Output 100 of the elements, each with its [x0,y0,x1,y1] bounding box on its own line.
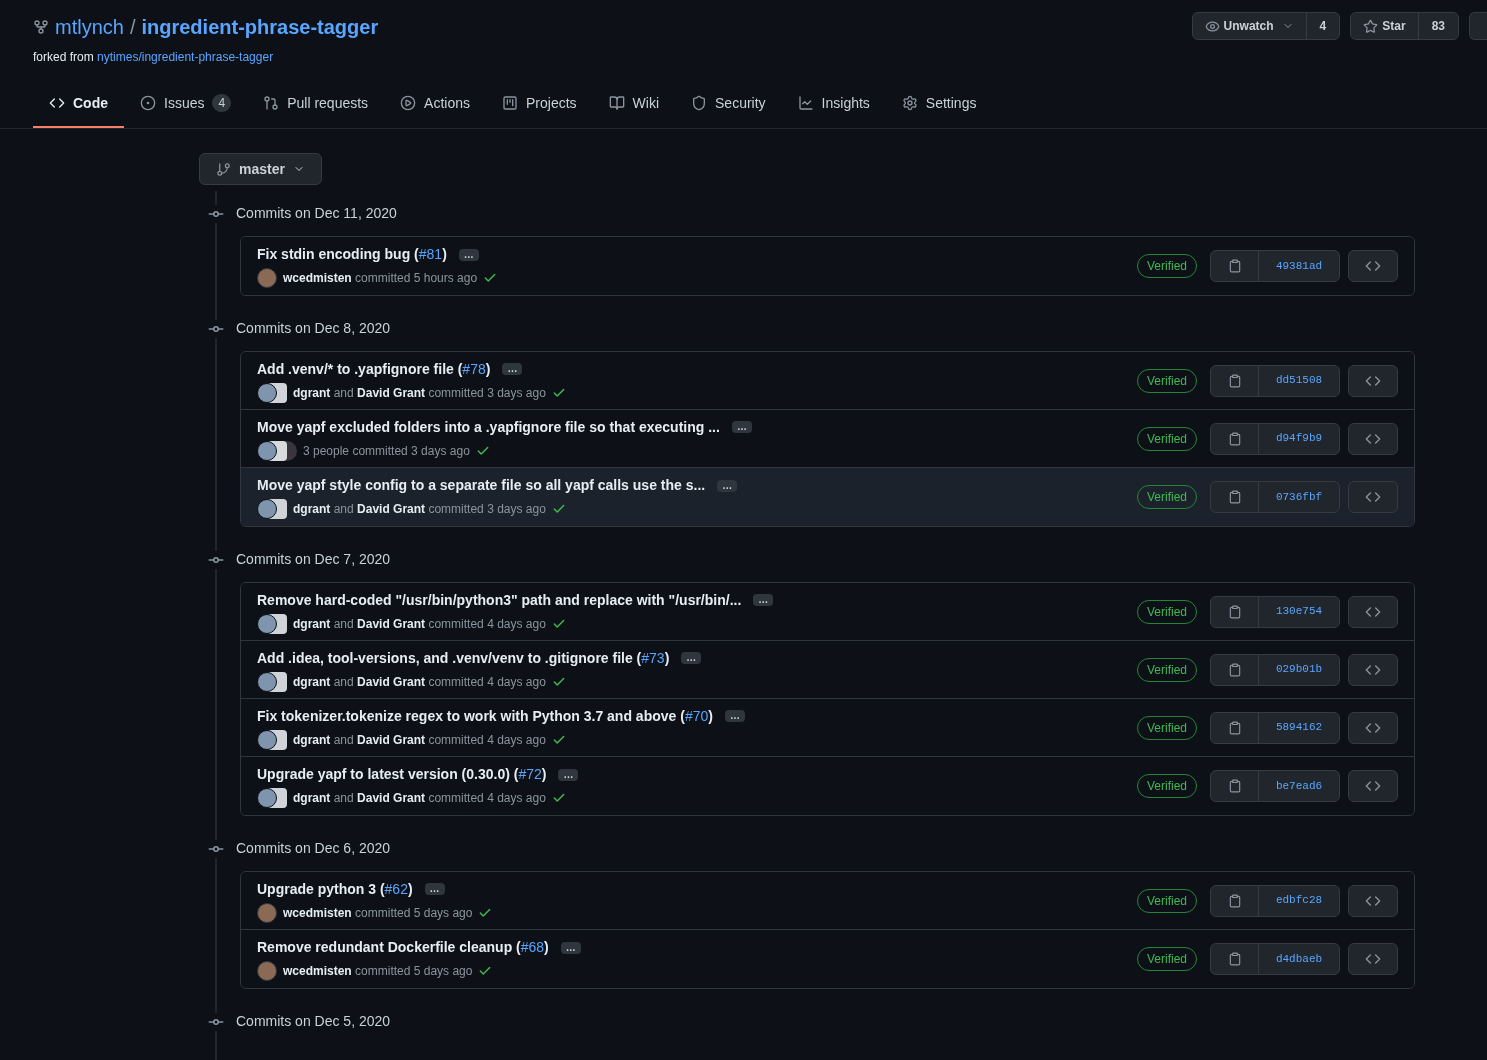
commit-title[interactable]: Remove redundant Dockerfile cleanup (#68) [257,937,549,958]
code-icon [1365,951,1381,967]
expand-button[interactable]: … [681,652,702,664]
clipboard-icon [1227,373,1242,388]
branch-selector[interactable]: master [199,153,322,185]
browse-code-button[interactable] [1348,595,1398,628]
clipboard-icon [1227,720,1242,735]
projects-icon [502,95,518,111]
author-link[interactable]: dgrant [293,674,331,689]
avatar[interactable] [257,961,277,981]
repo-tab[interactable]: Projects [486,80,593,128]
fork-source-link[interactable]: nytimes/ingredient-phrase-tagger [97,50,274,64]
author-link[interactable]: wcedmisten [283,964,352,978]
clipboard-icon [1227,779,1242,793]
repo-tab[interactable]: Security [675,80,782,128]
commit-title[interactable]: Upgrade yapf to latest version (0.30.0) (#72) [257,764,547,785]
avatar[interactable] [257,902,277,923]
expand-button[interactable]: … [753,594,774,606]
browse-code-button[interactable] [1348,943,1398,975]
pull-request-link[interactable]: #73 [641,649,665,666]
author-link[interactable]: David Grant [357,791,426,805]
pull-request-link[interactable]: #81 [418,246,443,262]
expand-button[interactable]: … [458,248,479,261]
browse-code-button[interactable] [1348,250,1398,282]
commit-title[interactable]: Move yapf excluded folders into a .yapfignore file so that executing ... [257,416,720,438]
star-button[interactable]: Star [1351,13,1419,39]
author-link[interactable]: wcedmisten [283,905,352,920]
owner-link[interactable]: mtlynch [55,12,124,42]
author-link[interactable]: David Grant [357,502,426,516]
browse-code-button[interactable] [1348,770,1398,802]
social-count[interactable]: 83 [1418,13,1458,39]
avatar-stack[interactable] [257,499,287,519]
avatar-stack[interactable] [257,729,287,750]
commit-title[interactable]: Upgrade python 3 (#62) [257,878,413,900]
avatar-stack[interactable] [257,382,287,403]
clipboard-icon [1227,662,1242,677]
date-heading: Commits on Dec 5, 2020 [236,1012,391,1031]
commit-meta: dgrant and David Grant committed 4 days ago [293,790,546,807]
commit-title[interactable]: Add .venv/* to .yapfignore file (#78) [257,358,491,380]
pull-request-link[interactable]: #62 [384,880,408,897]
watch-button[interactable]: Unwatch [1192,13,1307,39]
author-link[interactable]: dgrant [293,385,331,400]
expand-button[interactable]: … [502,363,523,375]
commit-meta: wcedmisten committed 5 days ago [283,963,473,980]
author-link[interactable]: dgrant [293,616,331,631]
check-icon[interactable] [483,271,498,285]
social-count[interactable]: 4 [1306,13,1340,39]
expand-button[interactable]: … [558,768,579,781]
repo-tab[interactable]: Settings [885,80,993,128]
author-link[interactable]: David Grant [357,674,426,689]
author-link[interactable]: dgrant [293,791,331,805]
browse-code-button[interactable] [1348,364,1398,397]
browse-code-button[interactable] [1348,481,1398,513]
commit-title[interactable]: Move yapf style config to a separate file so all yapf calls use the s... [257,475,706,496]
avatar-stack[interactable] [257,613,287,634]
expand-button[interactable]: … [731,421,752,433]
browse-code-button[interactable] [1348,653,1398,686]
expand-button[interactable]: … [717,479,738,492]
avatar-stack[interactable] [257,671,287,692]
expand-button[interactable]: … [724,710,745,722]
check-icon[interactable] [551,502,566,516]
repo-tab[interactable]: Insights [781,80,886,128]
pull-request-link[interactable]: #72 [518,766,542,782]
clipboard-icon [1227,490,1242,504]
people-link[interactable]: 3 people [303,443,350,458]
pull-request-link[interactable]: #70 [684,707,709,724]
author-link[interactable]: David Grant [357,616,426,631]
avatar[interactable] [257,268,277,288]
repo-tab[interactable]: Wiki [592,80,676,128]
repo-tab[interactable]: Code [33,80,124,128]
pulls-icon [263,95,280,111]
repo-name-link[interactable]: ingredient-phrase-tagger [141,12,379,42]
browse-code-button[interactable] [1348,422,1398,455]
expand-button[interactable]: … [560,941,581,954]
browse-code-button[interactable] [1348,711,1398,744]
commit-meta: 3 people committed 3 days ago [303,442,470,460]
star-icon [1363,18,1379,34]
repo-tab[interactable]: Actions [384,80,486,128]
author-link[interactable]: David Grant [357,385,426,400]
browse-code-button[interactable] [1348,884,1398,917]
commit-title[interactable]: Add .idea, tool-versions, and .venv/venv to .gitignore file (#73) [257,647,670,669]
repo-tab[interactable]: Issues 4 [124,80,248,128]
code-icon [49,95,65,111]
expand-button[interactable]: … [424,883,445,895]
author-link[interactable]: wcedmisten [283,271,352,285]
commit-title[interactable]: Fix tokenizer.tokenize regex to work with Python 3.7 and above (#70) [257,705,713,727]
commit-title[interactable]: Remove hard-coded "/usr/bin/python3" path and replace with "/usr/bin/... [257,589,742,611]
check-icon[interactable] [478,964,493,978]
pull-request-link[interactable]: #78 [462,360,486,377]
author-link[interactable]: dgrant [293,732,331,747]
pull-request-link[interactable]: #68 [520,939,545,955]
author-link[interactable]: David Grant [357,732,426,747]
repo-tab[interactable]: Pull requests [247,80,385,128]
author-link[interactable]: dgrant [293,502,331,516]
commit-meta: dgrant and David Grant committed 3 days ago [293,384,546,402]
avatar-stack[interactable] [257,788,287,808]
date-heading: Commits on Dec 7, 2020 [236,550,391,569]
avatar-stack[interactable] [257,440,297,461]
check-icon[interactable] [551,791,566,805]
commit-title[interactable]: Fix stdin encoding bug (#81) [257,244,447,265]
